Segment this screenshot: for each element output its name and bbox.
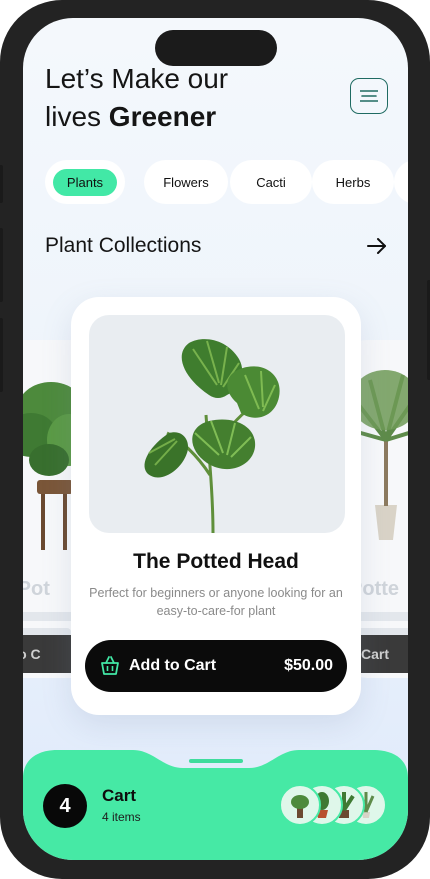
app-screen: Let’s Make our lives Greener Plants Flow… xyxy=(23,18,408,860)
tab-plants[interactable]: Plants xyxy=(45,160,125,204)
page-title: Let’s Make our lives Greener xyxy=(45,60,305,136)
cart-bar[interactable]: 4 Cart 4 items xyxy=(23,748,408,860)
hamburger-menu-icon xyxy=(360,90,378,102)
product-name: The Potted Head xyxy=(133,550,299,573)
product-image xyxy=(89,315,345,533)
cart-title: Cart xyxy=(102,786,137,805)
previous-card-title: e Pot xyxy=(23,578,50,600)
phone-volume-up-button xyxy=(0,228,3,302)
product-description: Perfect for beginners or anyone looking … xyxy=(89,586,343,618)
category-tabs: Plants Flowers Cacti Herbs Bo xyxy=(45,160,408,204)
plant-thumbnail-icon xyxy=(291,795,309,818)
tab-bo[interactable]: Bo xyxy=(394,160,408,204)
title-line-2-prefix: lives xyxy=(45,101,109,132)
title-line-1: Let’s Make our xyxy=(45,63,229,94)
add-to-cart-button[interactable]: Add to Cart $50.00 xyxy=(85,640,347,692)
tab-flowers-label: Flowers xyxy=(163,174,209,190)
phone-volume-down-button xyxy=(0,318,3,392)
cart-thumbnails xyxy=(279,784,389,826)
next-card-add-label: Cart xyxy=(361,646,390,662)
add-to-cart-label: Add to Cart xyxy=(129,657,217,674)
cart-thumbnail xyxy=(279,784,321,826)
basket-icon xyxy=(101,656,119,675)
product-card[interactable]: The Potted Head Perfect for beginners or… xyxy=(71,297,361,715)
arrow-right-icon[interactable] xyxy=(366,236,388,256)
tab-herbs[interactable]: Herbs xyxy=(312,160,394,204)
phone-frame: Let’s Make our lives Greener Plants Flow… xyxy=(0,0,430,879)
previous-card-add-label: d to C xyxy=(23,646,41,662)
drag-handle[interactable] xyxy=(189,759,243,763)
cart-item-count: 4 items xyxy=(102,810,141,824)
tab-cacti-label: Cacti xyxy=(256,174,286,190)
tab-flowers[interactable]: Flowers xyxy=(144,160,228,204)
tab-cacti[interactable]: Cacti xyxy=(230,160,312,204)
phone-side-button xyxy=(0,165,3,203)
title-emphasis: Greener xyxy=(108,101,217,132)
next-card-description xyxy=(355,612,408,621)
monstera-plant-image xyxy=(144,339,280,533)
tab-herbs-label: Herbs xyxy=(335,174,371,190)
tab-plants-label: Plants xyxy=(52,168,118,196)
section-title: Plant Collections xyxy=(45,234,202,257)
product-price: $50.00 xyxy=(284,657,333,674)
menu-button[interactable] xyxy=(350,78,388,114)
cart-count-badge: 4 xyxy=(43,784,87,828)
